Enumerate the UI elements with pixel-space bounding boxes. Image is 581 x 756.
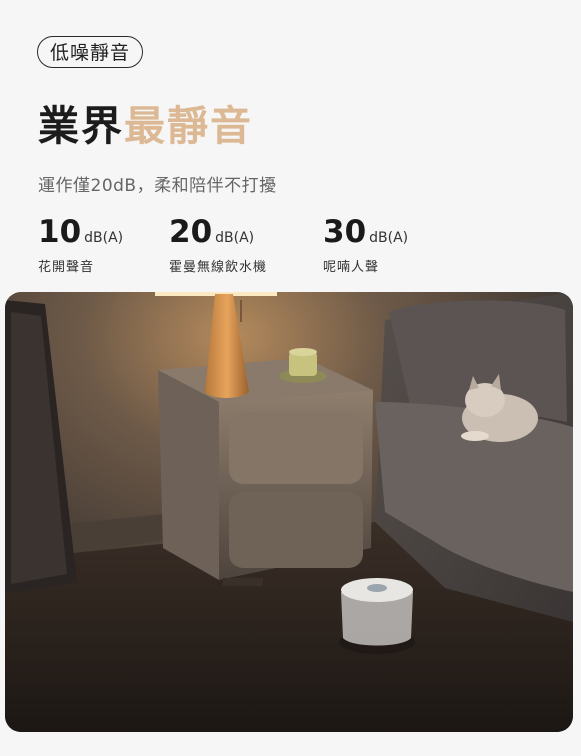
stat-10db: 10 dB(A) 花開聲音 <box>38 214 123 275</box>
headline-accent: 最靜音 <box>124 102 253 150</box>
nightstand-drawer-top <box>229 412 363 484</box>
fountain-spout <box>367 584 387 592</box>
nightstand-leg <box>223 578 263 586</box>
stat-value: 20 <box>169 214 213 250</box>
bedroom-night-photo <box>5 292 573 732</box>
stat-label: 花開聲音 <box>38 260 95 275</box>
headline: 業界最靜音 <box>38 100 253 152</box>
nightstand-side <box>158 370 219 580</box>
stat-value: 30 <box>323 214 367 250</box>
nightstand-drawer-bottom <box>229 492 363 568</box>
stat-label: 霍曼無線飲水機 <box>169 260 268 275</box>
subtitle: 運作僅20dB，柔和陪伴不打擾 <box>38 176 277 196</box>
scene-illustration <box>5 292 573 732</box>
stat-value: 10 <box>38 214 82 250</box>
cat-paws <box>461 431 489 441</box>
stat-20db: 20 dB(A) 霍曼無線飲水機 <box>169 214 267 275</box>
stat-30db: 30 dB(A) 呢喃人聲 <box>323 214 408 275</box>
feature-badge: 低噪靜音 <box>37 36 144 68</box>
stat-label: 呢喃人聲 <box>323 260 380 275</box>
stat-unit: dB(A) <box>84 230 124 246</box>
stat-unit: dB(A) <box>369 230 409 246</box>
stat-unit: dB(A) <box>215 230 255 246</box>
headline-main: 業界 <box>38 102 124 150</box>
cup-rim <box>289 348 317 356</box>
